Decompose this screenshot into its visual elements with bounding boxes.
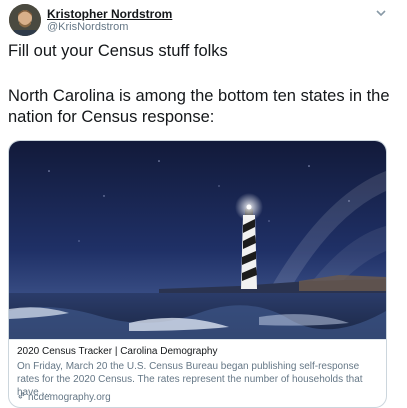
- card-link-text: ncdemography.org: [28, 392, 111, 403]
- link-card[interactable]: 2020 Census Tracker | Carolina Demograph…: [8, 140, 387, 408]
- chevron-down-icon[interactable]: [375, 6, 387, 18]
- tweet-text-line2: North Carolina is among the bottom ten s…: [8, 87, 390, 126]
- tweet-text-line1: Fill out your Census stuff folks: [8, 42, 228, 60]
- link-icon: [17, 391, 26, 403]
- avatar[interactable]: [9, 4, 41, 36]
- card-text: 2020 Census Tracker | Carolina Demograph…: [9, 339, 386, 403]
- author-handle[interactable]: @KrisNordstrom: [47, 21, 128, 33]
- avatar-image: [9, 4, 41, 36]
- card-link-domain[interactable]: ncdemography.org: [17, 391, 111, 403]
- tweet: Kristopher Nordstrom @KrisNordstrom Fill…: [0, 0, 407, 408]
- card-title[interactable]: 2020 Census Tracker | Carolina Demograph…: [17, 346, 217, 357]
- card-image: [9, 141, 386, 339]
- author-name[interactable]: Kristopher Nordstrom: [47, 7, 172, 21]
